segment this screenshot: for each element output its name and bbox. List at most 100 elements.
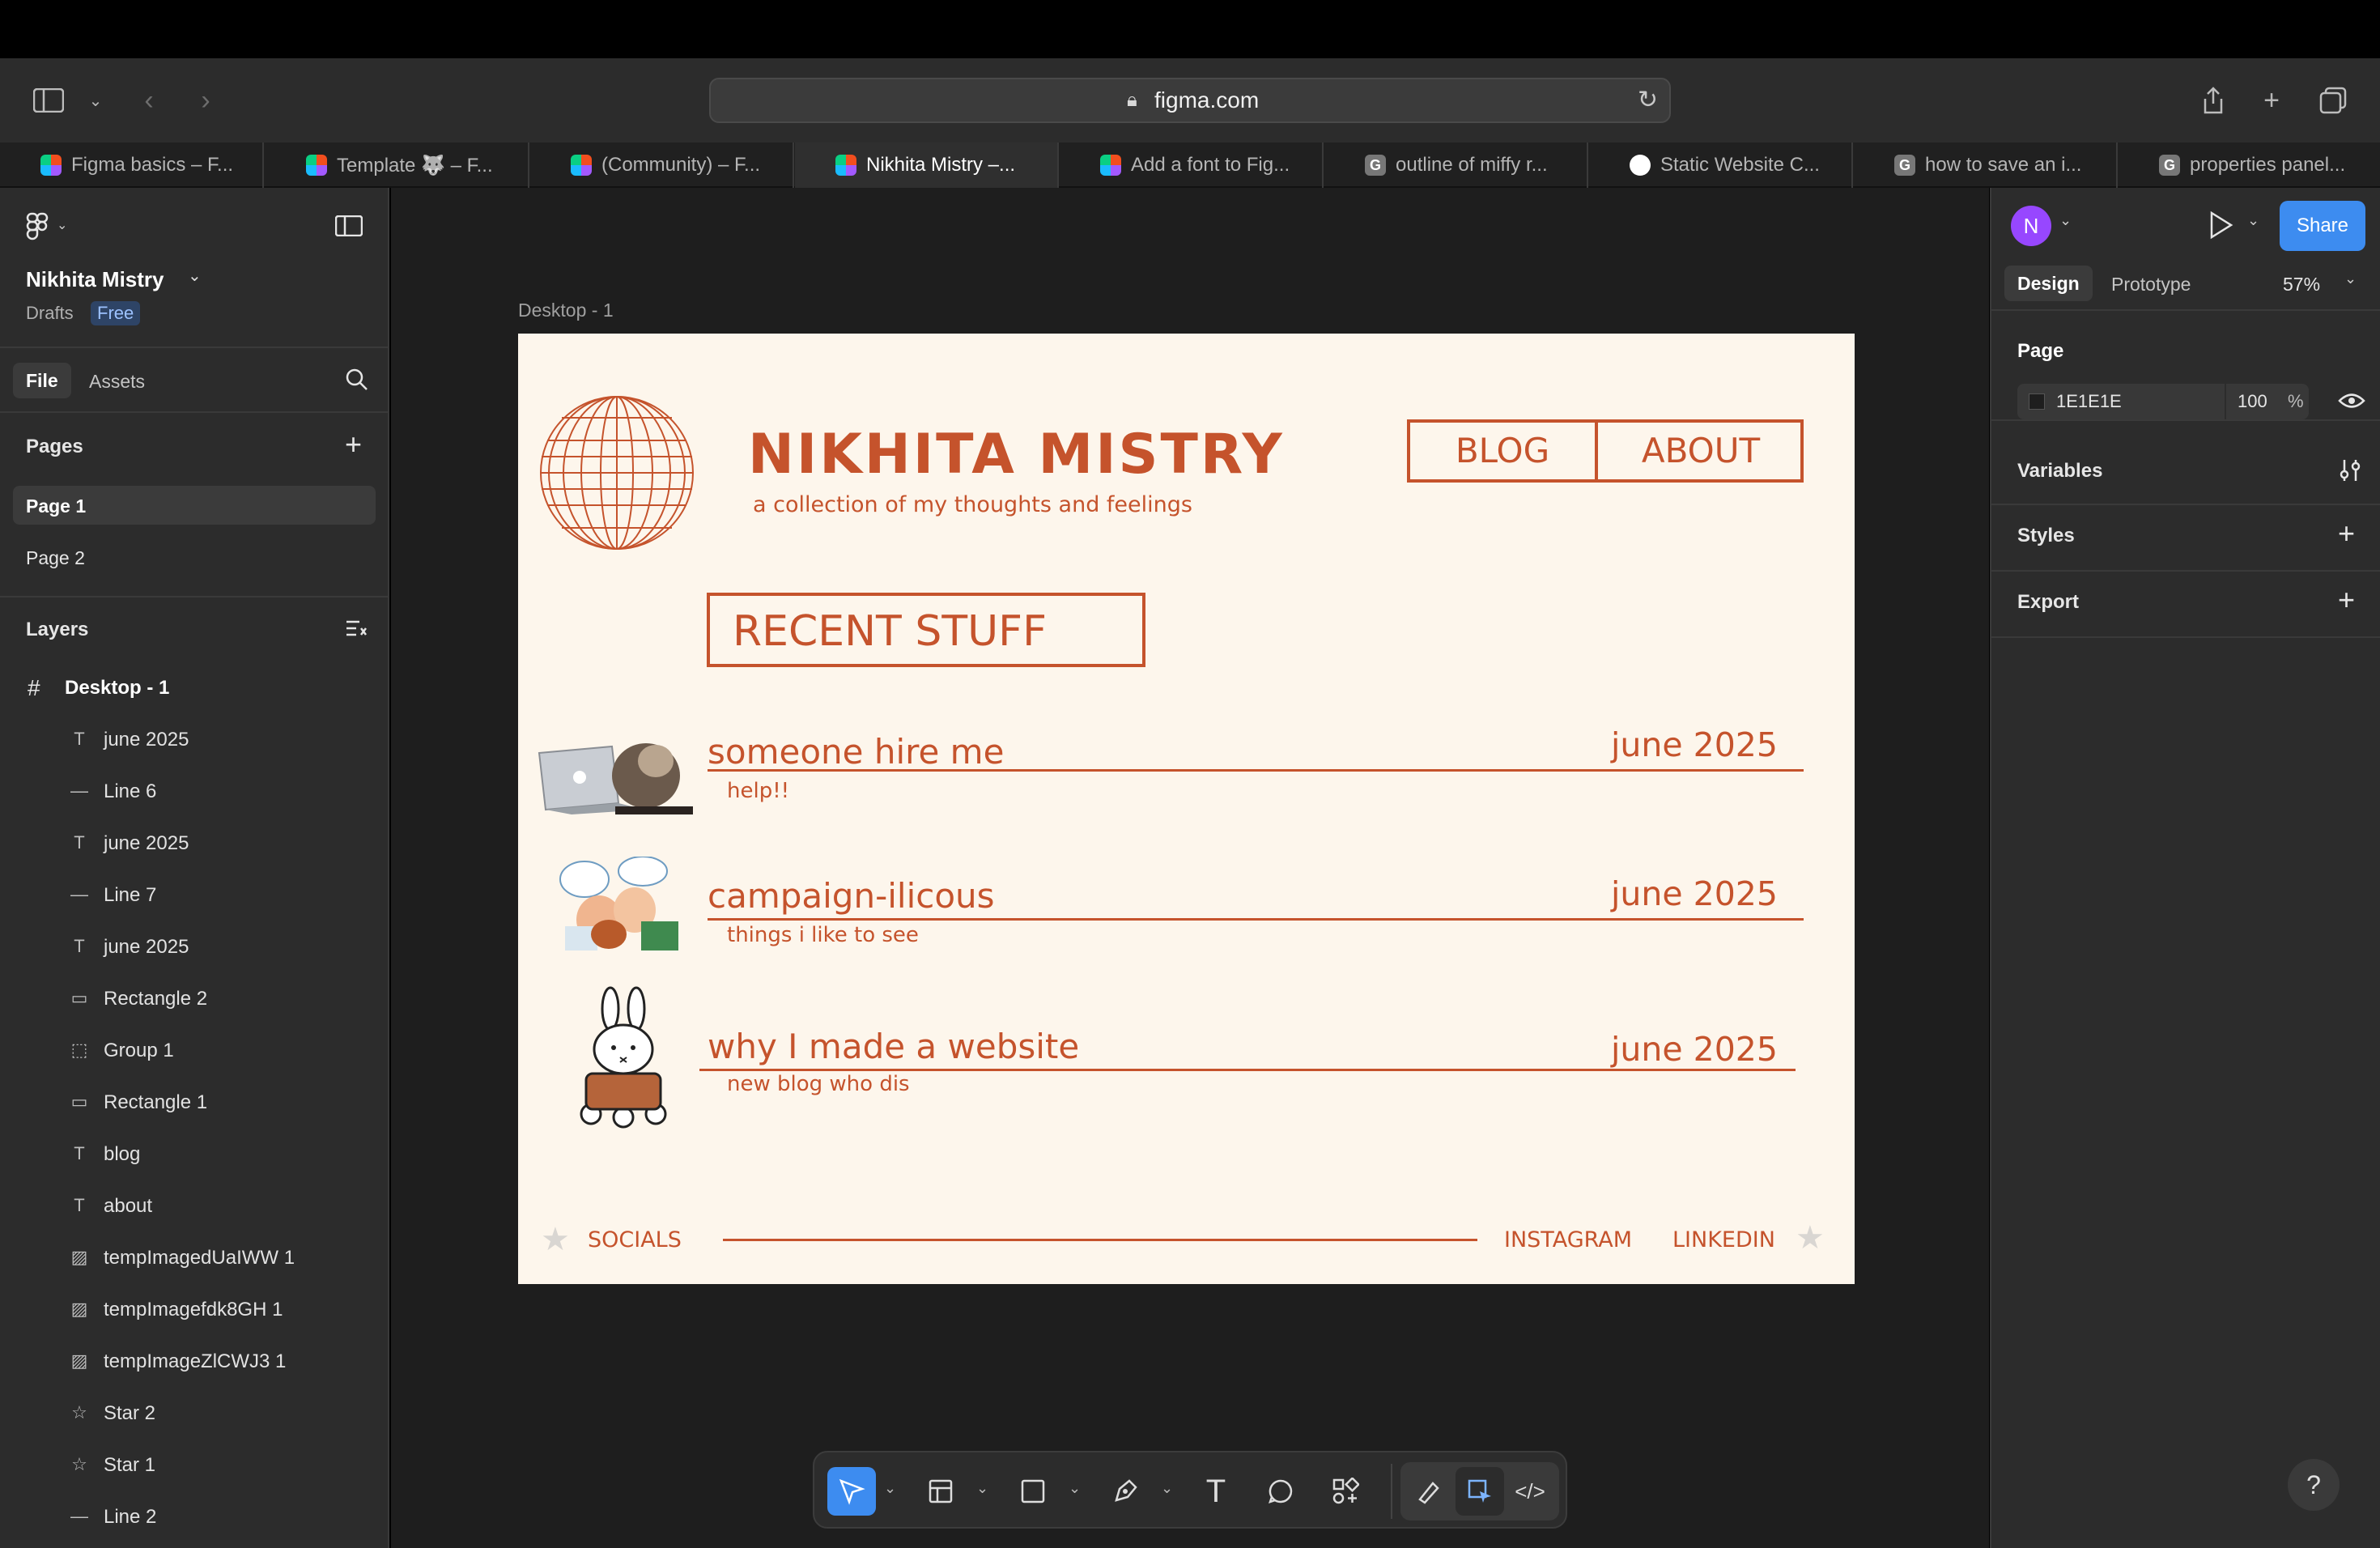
- image-icon: ▨: [70, 1350, 88, 1371]
- panel-toggle-icon[interactable]: [334, 215, 363, 240]
- move-tool-icon[interactable]: [827, 1467, 876, 1516]
- color-swatch[interactable]: [2029, 393, 2045, 410]
- tab-file[interactable]: File: [13, 363, 71, 398]
- post-image-chefs: [550, 856, 683, 950]
- add-style-icon[interactable]: +: [2338, 517, 2355, 551]
- avatar[interactable]: N: [2011, 206, 2051, 246]
- new-tab-icon[interactable]: +: [2254, 83, 2289, 118]
- layer-row[interactable]: — Line 2: [0, 1491, 389, 1543]
- chevron-down-icon[interactable]: ⌄: [2247, 212, 2259, 229]
- share-icon[interactable]: [2195, 83, 2231, 118]
- chevron-down-icon[interactable]: ⌄: [2344, 270, 2357, 287]
- left-panel: ⌄ Nikhita Mistry ⌄ Drafts Free File Asse…: [0, 188, 389, 1548]
- layer-row[interactable]: Tabout: [0, 1180, 389, 1232]
- chevron-down-icon[interactable]: ⌄: [1069, 1480, 1081, 1497]
- layer-row[interactable]: ☆ Star 1: [0, 1440, 389, 1491]
- chevron-down-icon[interactable]: ⌄: [78, 83, 113, 118]
- tab-prototype[interactable]: Prototype: [2111, 274, 2191, 296]
- browser-tab[interactable]: (Community) – F...: [530, 142, 794, 188]
- file-name[interactable]: Nikhita Mistry: [26, 267, 164, 292]
- layer-row[interactable]: ☆ Star 2: [0, 1388, 389, 1440]
- search-icon[interactable]: [345, 368, 369, 396]
- frame-tool-icon[interactable]: [916, 1467, 965, 1516]
- layer-row[interactable]: Tjune 2025: [0, 714, 389, 766]
- frame-label[interactable]: Desktop - 1: [518, 300, 614, 321]
- chevron-down-icon[interactable]: ⌄: [2059, 212, 2072, 229]
- browser-tab[interactable]: Gproperties panel...: [2119, 142, 2380, 188]
- chevron-down-icon[interactable]: ⌄: [1161, 1480, 1173, 1497]
- pen-tool-icon[interactable]: [1101, 1467, 1150, 1516]
- comment-tool-icon[interactable]: [1256, 1467, 1305, 1516]
- layer-list-icon[interactable]: [345, 619, 368, 644]
- forward-icon[interactable]: ›: [188, 83, 223, 118]
- figma-menu-icon[interactable]: ⌄: [26, 212, 74, 245]
- styles-section[interactable]: Styles +: [1991, 505, 2380, 572]
- file-assets-tabs: File Assets: [0, 348, 389, 413]
- zoom-level[interactable]: 57%: [2283, 274, 2320, 296]
- post-date: june 2025: [1611, 1030, 1778, 1069]
- tab-assets[interactable]: Assets: [89, 371, 145, 393]
- page-item-2[interactable]: Page 2: [26, 547, 85, 569]
- browser-tab-active[interactable]: Nikhita Mistry –...: [795, 142, 1059, 188]
- field-divider: [2225, 384, 2226, 419]
- nav-blog-link[interactable]: BLOG: [1410, 423, 1598, 479]
- actions-tool-icon[interactable]: [1321, 1467, 1370, 1516]
- draw-mode-icon[interactable]: [1405, 1467, 1454, 1516]
- tab-overview-icon[interactable]: [2315, 83, 2351, 118]
- text-icon: T: [74, 936, 85, 956]
- chevron-down-icon[interactable]: ⌄: [976, 1480, 988, 1497]
- layer-row[interactable]: Tjune 2025: [0, 818, 389, 870]
- layer-row[interactable]: Tjune 2025: [0, 921, 389, 973]
- layer-row[interactable]: ▨ tempImageZlCWJ3 1: [0, 1336, 389, 1388]
- layer-row[interactable]: — Line 6: [0, 766, 389, 818]
- drafts-label[interactable]: Drafts: [26, 303, 74, 324]
- post-title[interactable]: campaign-ilicous: [708, 876, 995, 916]
- address-bar[interactable]: 🔒︎ figma.com ↻: [709, 78, 1671, 123]
- post-date: june 2025: [1611, 874, 1778, 913]
- export-section[interactable]: Export +: [1991, 572, 2380, 638]
- browser-tab[interactable]: Template 🐺 – F...: [266, 142, 529, 188]
- sidebar-toggle-icon[interactable]: [31, 83, 66, 118]
- layer-row[interactable]: ▭ Rectangle 1: [0, 1077, 389, 1129]
- add-export-icon[interactable]: +: [2338, 583, 2355, 617]
- page-opacity[interactable]: 100: [2238, 391, 2267, 412]
- browser-tab[interactable]: Add a font to Fig...: [1060, 142, 1324, 188]
- star-icon: ★: [541, 1222, 570, 1257]
- page-item-1[interactable]: Page 1: [13, 486, 376, 525]
- browser-tab[interactable]: Goutline of miffy r...: [1324, 142, 1588, 188]
- chevron-down-icon[interactable]: ⌄: [884, 1480, 896, 1497]
- footer-instagram-link[interactable]: INSTAGRAM: [1504, 1227, 1632, 1252]
- text-tool-icon[interactable]: T: [1192, 1467, 1240, 1516]
- eye-icon[interactable]: [2338, 392, 2365, 414]
- layer-row[interactable]: Tblog: [0, 1129, 389, 1180]
- design-mode-icon[interactable]: [1456, 1467, 1504, 1516]
- layer-row[interactable]: ⬚ Group 1: [0, 1025, 389, 1077]
- page-color-field[interactable]: 1E1E1E 100 %: [2017, 384, 2309, 419]
- reload-icon[interactable]: ↻: [1638, 86, 1658, 114]
- variables-section[interactable]: Variables: [1991, 439, 2380, 505]
- post-title[interactable]: someone hire me: [708, 732, 1004, 772]
- browser-tab[interactable]: Figma basics – F...: [0, 142, 264, 188]
- tab-design[interactable]: Design: [2004, 266, 2093, 301]
- layer-row[interactable]: — Line 7: [0, 870, 389, 921]
- rectangle-tool-icon[interactable]: [1009, 1467, 1057, 1516]
- browser-tab[interactable]: Ghow to save an i...: [1854, 142, 2118, 188]
- post-title[interactable]: why I made a website: [708, 1027, 1079, 1066]
- browser-tab[interactable]: Static Website C...: [1589, 142, 1853, 188]
- layer-row[interactable]: ▨ tempImagefdk8GH 1: [0, 1284, 389, 1336]
- layer-row[interactable]: ▨ tempImagedUaIWW 1: [0, 1232, 389, 1284]
- footer-linkedin-link[interactable]: LINKEDIN: [1672, 1227, 1775, 1252]
- share-button[interactable]: Share: [2280, 201, 2365, 251]
- back-icon[interactable]: ‹: [131, 83, 167, 118]
- play-icon[interactable]: [2208, 211, 2234, 244]
- chevron-down-icon[interactable]: ⌄: [188, 266, 202, 286]
- layer-row[interactable]: ▭ Rectangle 2: [0, 973, 389, 1025]
- page-color-hex[interactable]: 1E1E1E: [2056, 391, 2122, 412]
- layer-frame-row[interactable]: # Desktop - 1: [0, 662, 389, 714]
- dev-mode-icon[interactable]: </>: [1506, 1467, 1554, 1516]
- sliders-icon[interactable]: [2338, 458, 2362, 487]
- help-button[interactable]: ?: [2288, 1459, 2340, 1511]
- add-page-icon[interactable]: +: [345, 427, 362, 461]
- nav-about-link[interactable]: ABOUT: [1601, 423, 1800, 479]
- website-frame[interactable]: NIKHITA MISTRY a collection of my though…: [518, 334, 1855, 1284]
